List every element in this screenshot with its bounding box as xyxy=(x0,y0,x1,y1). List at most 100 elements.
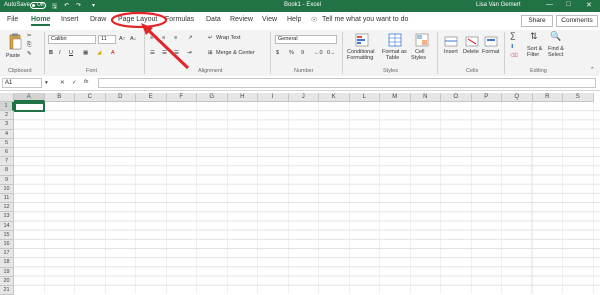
italic-button[interactable]: I xyxy=(59,50,61,56)
cell-styles-icon[interactable] xyxy=(415,33,429,47)
row-header-7[interactable]: 7 xyxy=(0,157,14,167)
minimize-icon[interactable]: — xyxy=(546,1,553,8)
collapse-ribbon-icon[interactable]: ⌃ xyxy=(590,67,595,73)
row-header-10[interactable]: 10 xyxy=(0,184,14,194)
wrap-text-icon[interactable]: ↵ xyxy=(208,35,213,41)
delete-cells-icon[interactable] xyxy=(465,33,479,47)
close-icon[interactable]: ✕ xyxy=(586,1,592,9)
row-header-14[interactable]: 14 xyxy=(0,221,14,231)
sort-filter-icon[interactable]: ⇅ xyxy=(530,32,538,41)
cell-styles-label-2[interactable]: Styles xyxy=(411,55,426,61)
column-header-o[interactable]: O xyxy=(441,93,472,102)
column-header-f[interactable]: F xyxy=(166,93,197,102)
row-header-9[interactable]: 9 xyxy=(0,175,14,185)
decrease-font-icon[interactable]: A↓ xyxy=(130,36,136,42)
tab-page-layout[interactable]: Page Layout xyxy=(118,16,157,23)
currency-button[interactable]: $ xyxy=(276,50,279,56)
row-header-16[interactable]: 16 xyxy=(0,240,14,250)
column-header-e[interactable]: E xyxy=(136,93,167,102)
font-size-select[interactable]: 11 xyxy=(98,35,116,44)
maximize-icon[interactable]: □ xyxy=(566,1,570,8)
merge-icon[interactable]: ⊞ xyxy=(208,50,213,56)
bold-button[interactable]: B xyxy=(49,50,53,56)
increase-decimal-icon[interactable]: ←0 xyxy=(314,50,323,56)
column-header-b[interactable]: B xyxy=(44,93,75,102)
merge-center-button[interactable]: Merge & Center xyxy=(216,50,255,56)
cell-area[interactable] xyxy=(14,102,600,294)
wrap-text-button[interactable]: Wrap Text xyxy=(216,35,241,41)
tab-formulas[interactable]: Formulas xyxy=(165,16,194,23)
row-header-4[interactable]: 4 xyxy=(0,129,14,139)
conditional-formatting-label-2[interactable]: Formatting xyxy=(347,55,373,61)
format-cells-icon[interactable] xyxy=(484,33,498,47)
align-top-icon[interactable]: ≡ xyxy=(150,35,153,41)
column-header-c[interactable]: C xyxy=(75,93,106,102)
column-header-g[interactable]: G xyxy=(197,93,228,102)
tab-data[interactable]: Data xyxy=(206,16,221,23)
tab-home[interactable]: Home xyxy=(31,16,51,26)
insert-function-button[interactable]: fx xyxy=(84,79,88,85)
column-header-k[interactable]: K xyxy=(319,93,350,102)
column-header-p[interactable]: P xyxy=(471,93,502,102)
comma-button[interactable]: 9 xyxy=(301,50,304,56)
copy-icon[interactable]: ⎘ xyxy=(27,42,31,48)
decrease-decimal-icon[interactable]: 0→ xyxy=(327,50,336,56)
row-header-1[interactable]: 1 xyxy=(0,102,14,112)
column-header-l[interactable]: L xyxy=(349,93,380,102)
borders-icon[interactable]: ▦ xyxy=(83,50,88,56)
indent-icon[interactable]: ⇥ xyxy=(187,50,192,56)
column-header-r[interactable]: R xyxy=(532,93,563,102)
format-cells-label[interactable]: Format xyxy=(482,49,499,55)
clear-icon[interactable]: ⌫ xyxy=(510,53,518,59)
select-all-corner[interactable] xyxy=(0,93,14,102)
row-header-8[interactable]: 8 xyxy=(0,166,14,176)
customize-qat-icon[interactable]: ▾ xyxy=(92,2,95,9)
row-header-17[interactable]: 17 xyxy=(0,249,14,259)
column-header-h[interactable]: H xyxy=(227,93,258,102)
format-as-table-label-2[interactable]: Table xyxy=(386,55,399,61)
column-header-j[interactable]: J xyxy=(288,93,319,102)
column-header-d[interactable]: D xyxy=(105,93,136,102)
find-select-icon[interactable]: 🔍 xyxy=(550,32,561,41)
redo-icon[interactable]: ↷ xyxy=(76,2,81,9)
orientation-icon[interactable]: ↗ xyxy=(188,35,193,41)
percent-button[interactable]: % xyxy=(289,50,294,56)
row-header-3[interactable]: 3 xyxy=(0,120,14,130)
autosave-toggle[interactable]: Off xyxy=(30,2,46,9)
tab-help[interactable]: Help xyxy=(287,16,301,23)
format-as-table-icon[interactable] xyxy=(388,33,402,47)
fill-icon[interactable]: ⬇ xyxy=(510,44,515,50)
active-cell-a1[interactable] xyxy=(14,102,45,112)
tab-view[interactable]: View xyxy=(262,16,277,23)
increase-font-icon[interactable]: A↑ xyxy=(119,36,125,42)
fill-color-icon[interactable]: ◢ xyxy=(97,50,101,56)
row-header-2[interactable]: 2 xyxy=(0,111,14,121)
share-button[interactable]: Share xyxy=(521,15,553,27)
row-header-6[interactable]: 6 xyxy=(0,148,14,158)
cancel-entry-icon[interactable]: ✕ xyxy=(60,80,65,86)
column-header-n[interactable]: N xyxy=(410,93,441,102)
insert-cells-icon[interactable] xyxy=(444,33,458,47)
comments-button[interactable]: Comments xyxy=(556,15,598,27)
tell-me-search[interactable]: Tell me what you want to do xyxy=(322,16,408,23)
paste-label[interactable]: Paste xyxy=(6,53,20,59)
row-header-19[interactable]: 19 xyxy=(0,267,14,277)
column-header-a[interactable]: A xyxy=(14,93,45,102)
row-header-18[interactable]: 18 xyxy=(0,258,14,268)
column-header-q[interactable]: Q xyxy=(502,93,533,102)
save-icon[interactable]: 🖫 xyxy=(52,2,57,12)
confirm-entry-icon[interactable]: ✓ xyxy=(72,80,77,86)
tab-review[interactable]: Review xyxy=(230,16,253,23)
paste-icon[interactable] xyxy=(7,33,23,51)
align-center-icon[interactable]: ☰ xyxy=(162,50,167,56)
row-header-15[interactable]: 15 xyxy=(0,230,14,240)
column-header-s[interactable]: S xyxy=(563,93,594,102)
delete-cells-label[interactable]: Delete xyxy=(463,49,479,55)
font-name-select[interactable]: Calibri xyxy=(48,35,96,44)
row-header-5[interactable]: 5 xyxy=(0,138,14,148)
find-select-label-2[interactable]: Select xyxy=(548,52,563,58)
user-name[interactable]: Lisa Van Gemert xyxy=(476,2,521,8)
sort-filter-label-2[interactable]: Filter xyxy=(527,52,539,58)
insert-cells-label[interactable]: Insert xyxy=(444,49,458,55)
font-color-icon[interactable]: A xyxy=(111,50,115,56)
